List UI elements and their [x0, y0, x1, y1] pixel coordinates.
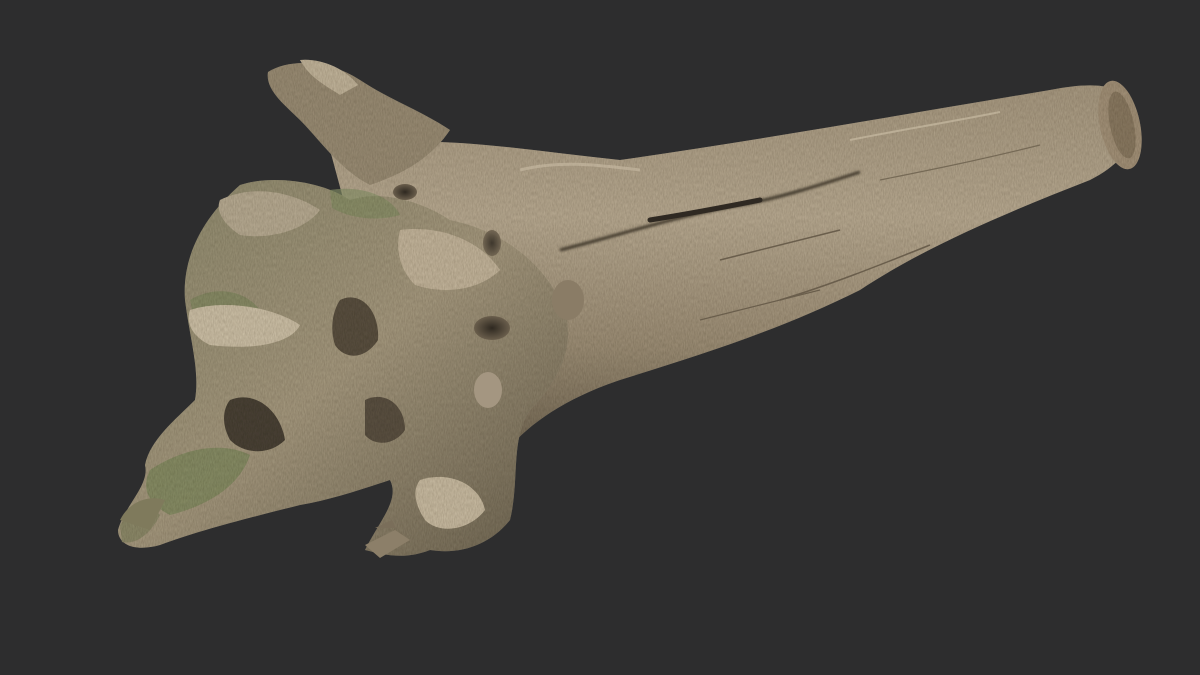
model-viewport[interactable]: [0, 0, 1200, 675]
driftwood-render: [118, 59, 1142, 558]
